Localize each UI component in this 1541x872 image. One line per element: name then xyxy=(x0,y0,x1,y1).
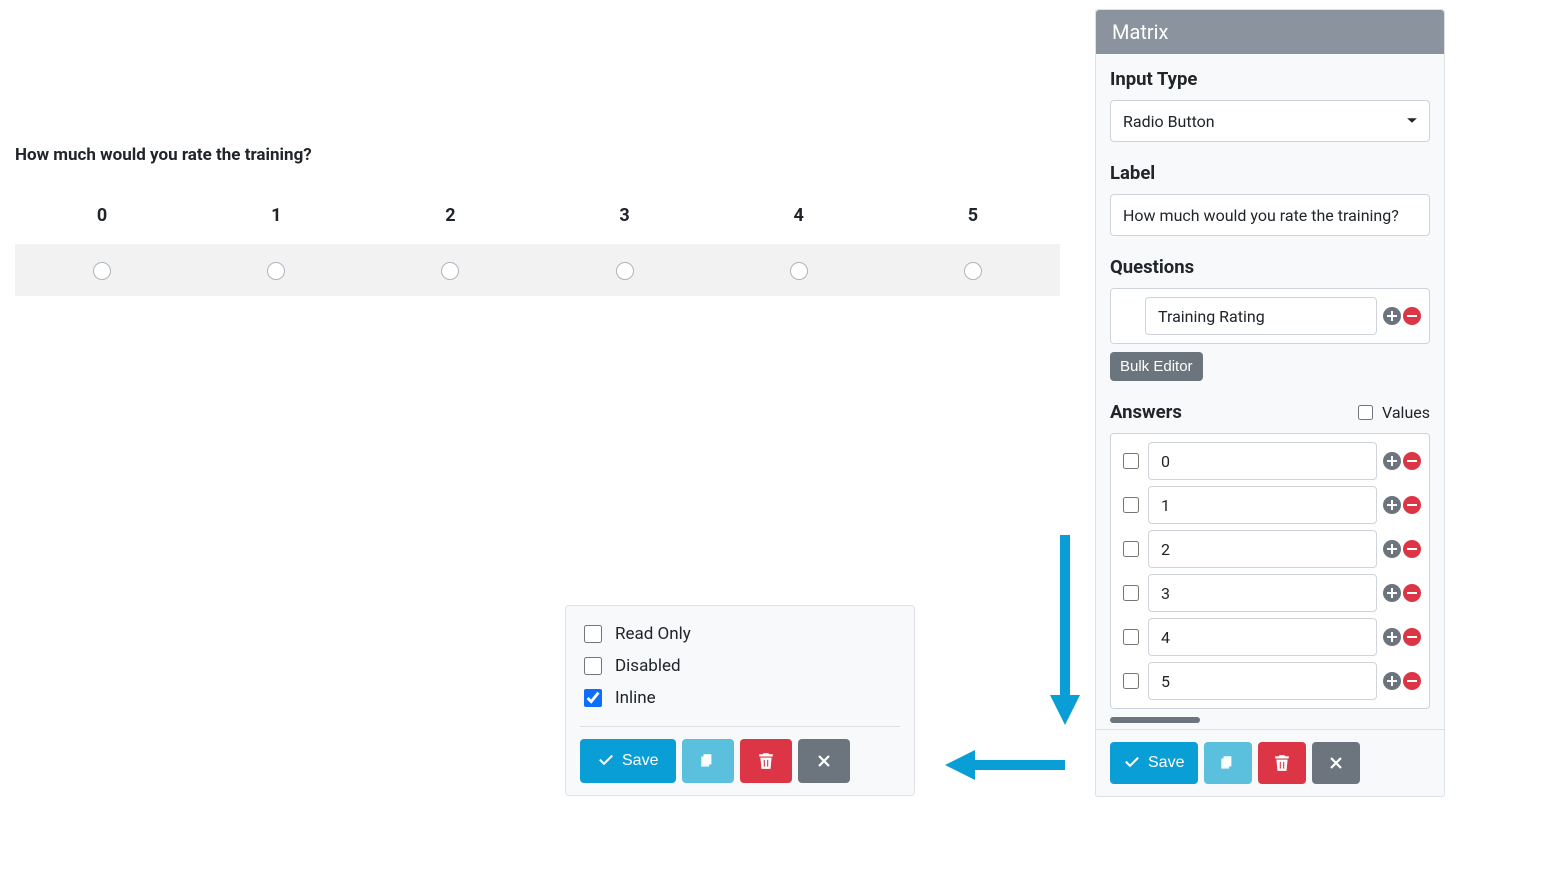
disabled-checkbox[interactable] xyxy=(584,657,602,675)
remove-icon[interactable] xyxy=(1403,540,1421,558)
trash-icon xyxy=(758,752,774,770)
answer-row xyxy=(1119,530,1421,568)
save-button[interactable]: Save xyxy=(580,739,676,783)
save-button-label: Save xyxy=(1148,754,1184,772)
copy-icon xyxy=(699,752,717,770)
values-toggle[interactable]: Values xyxy=(1354,402,1430,423)
question-input[interactable] xyxy=(1145,297,1377,335)
matrix-col-header: 1 xyxy=(189,195,363,244)
matrix-row xyxy=(15,244,1060,296)
input-type-label: Input Type xyxy=(1110,68,1430,90)
save-button-label: Save xyxy=(622,752,658,770)
delete-button[interactable] xyxy=(1258,742,1306,784)
answer-row xyxy=(1119,662,1421,700)
close-icon xyxy=(817,754,831,768)
option-read-only[interactable]: Read Only xyxy=(580,618,900,650)
divider xyxy=(580,726,900,727)
disabled-label: Disabled xyxy=(615,656,681,676)
answer-row xyxy=(1119,618,1421,656)
matrix-preview: How much would you rate the training? 0 … xyxy=(15,145,1060,296)
answer-row xyxy=(1119,442,1421,480)
label-input[interactable] xyxy=(1110,194,1430,236)
add-icon[interactable] xyxy=(1383,628,1401,646)
answer-input[interactable] xyxy=(1148,618,1377,656)
check-icon xyxy=(598,753,614,769)
check-icon xyxy=(1124,755,1140,771)
matrix-preview-table: 0 1 2 3 4 5 xyxy=(15,195,1060,296)
panel-title: Matrix xyxy=(1096,10,1444,54)
questions-label: Questions xyxy=(1110,256,1430,278)
copy-button[interactable] xyxy=(682,739,734,783)
remove-icon[interactable] xyxy=(1403,496,1421,514)
answer-input[interactable] xyxy=(1148,442,1377,480)
question-row xyxy=(1119,297,1421,335)
radio-option[interactable] xyxy=(267,262,285,280)
radio-option[interactable] xyxy=(790,262,808,280)
add-icon[interactable] xyxy=(1383,307,1401,325)
arrow-left-icon xyxy=(945,750,1065,780)
inline-checkbox[interactable] xyxy=(584,689,602,707)
remove-icon[interactable] xyxy=(1403,672,1421,690)
remove-icon[interactable] xyxy=(1403,452,1421,470)
answer-input[interactable] xyxy=(1148,574,1377,612)
close-button[interactable] xyxy=(798,739,850,783)
radio-option[interactable] xyxy=(93,262,111,280)
add-icon[interactable] xyxy=(1383,672,1401,690)
matrix-col-header: 5 xyxy=(886,195,1060,244)
copy-icon xyxy=(1219,754,1237,772)
matrix-col-header: 0 xyxy=(15,195,189,244)
add-icon[interactable] xyxy=(1383,452,1401,470)
answers-group xyxy=(1110,433,1430,709)
label-label: Label xyxy=(1110,162,1430,184)
arrow-down-icon xyxy=(1050,535,1080,725)
answer-row xyxy=(1119,486,1421,524)
answer-input[interactable] xyxy=(1148,662,1377,700)
add-icon[interactable] xyxy=(1383,496,1401,514)
trash-icon xyxy=(1274,754,1290,772)
bulk-editor-button[interactable]: Bulk Editor xyxy=(1110,352,1203,381)
remove-icon[interactable] xyxy=(1403,307,1421,325)
copy-button[interactable] xyxy=(1204,742,1252,784)
properties-panel: Matrix Input Type Radio Button Label Que… xyxy=(1095,9,1445,797)
answer-input[interactable] xyxy=(1148,486,1377,524)
close-button[interactable] xyxy=(1312,742,1360,784)
matrix-col-header: 4 xyxy=(712,195,886,244)
matrix-col-header: 2 xyxy=(363,195,537,244)
read-only-label: Read Only xyxy=(615,624,691,644)
option-inline[interactable]: Inline xyxy=(580,682,900,714)
panel-footer: Save xyxy=(1096,729,1444,796)
answer-checkbox[interactable] xyxy=(1123,453,1139,469)
answer-checkbox[interactable] xyxy=(1123,497,1139,513)
questions-group xyxy=(1110,288,1430,344)
add-icon[interactable] xyxy=(1383,584,1401,602)
answer-input[interactable] xyxy=(1148,530,1377,568)
answer-checkbox[interactable] xyxy=(1123,541,1139,557)
inline-label: Inline xyxy=(615,688,656,708)
option-disabled[interactable]: Disabled xyxy=(580,650,900,682)
options-popover: Read Only Disabled Inline Save xyxy=(565,605,915,796)
save-button[interactable]: Save xyxy=(1110,742,1198,784)
radio-option[interactable] xyxy=(964,262,982,280)
radio-option[interactable] xyxy=(441,262,459,280)
read-only-checkbox[interactable] xyxy=(584,625,602,643)
delete-button[interactable] xyxy=(740,739,792,783)
answer-checkbox[interactable] xyxy=(1123,673,1139,689)
answers-label: Answers xyxy=(1110,401,1182,423)
values-toggle-label: Values xyxy=(1382,403,1430,422)
close-icon xyxy=(1329,756,1343,770)
remove-icon[interactable] xyxy=(1403,584,1421,602)
add-icon[interactable] xyxy=(1383,540,1401,558)
values-checkbox[interactable] xyxy=(1358,405,1373,420)
remove-icon[interactable] xyxy=(1403,628,1421,646)
answer-checkbox[interactable] xyxy=(1123,629,1139,645)
matrix-preview-label: How much would you rate the training? xyxy=(15,145,1060,165)
answer-row xyxy=(1119,574,1421,612)
radio-option[interactable] xyxy=(616,262,634,280)
matrix-col-header: 3 xyxy=(537,195,711,244)
input-type-select[interactable]: Radio Button xyxy=(1110,100,1430,142)
answer-checkbox[interactable] xyxy=(1123,585,1139,601)
